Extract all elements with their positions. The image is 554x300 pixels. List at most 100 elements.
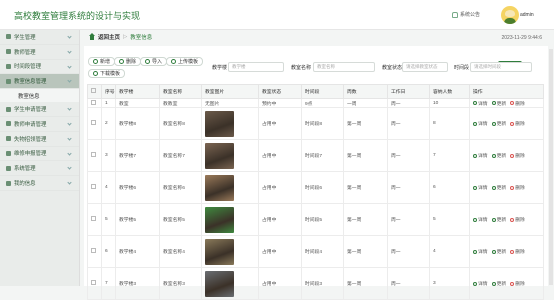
cell-no: 1: [101, 98, 116, 108]
main-panel: 新增 删除 导入 上传模板 下载模板 教学楼 教学楼 教室名称 教室名称 教室状…: [84, 46, 548, 300]
delete-row-button[interactable]: 删除: [510, 120, 525, 127]
add-button[interactable]: 新增: [88, 57, 116, 66]
cell-capacity: 5: [429, 203, 470, 236]
sidebar-item-0[interactable]: 学生管理: [0, 30, 79, 45]
announcement-link[interactable]: 系统公告: [452, 11, 480, 18]
delete-row-button[interactable]: 删除: [510, 152, 525, 159]
detail-icon: [473, 249, 477, 254]
sidebar-item-2[interactable]: 时间段管理: [0, 60, 79, 75]
sidebar-item-6[interactable]: 失物招领管理: [0, 132, 79, 147]
edit-label: 更新: [496, 101, 507, 107]
classroom-thumbnail[interactable]: [205, 270, 234, 297]
row-checkbox[interactable]: [91, 184, 96, 189]
sidebar-item-5[interactable]: 教师申请管理: [0, 117, 79, 132]
avatar[interactable]: [501, 6, 519, 24]
upload-template-button[interactable]: 上传模板: [166, 57, 204, 66]
sidebar-item-label: 系统管理: [14, 166, 36, 173]
top-bar: 高校教室管理系统的设计与实现 系统公告 admin: [0, 0, 554, 30]
row-actions: 详情 更新 删除: [473, 120, 543, 127]
download-template-button[interactable]: 下载模板: [88, 69, 126, 78]
building-input[interactable]: 教学楼: [228, 62, 284, 72]
sidebar-item-9[interactable]: 我的信息: [0, 176, 79, 191]
menu-icon: [6, 78, 11, 84]
classroom-thumbnail[interactable]: [205, 206, 234, 233]
sidebar-item-3[interactable]: 教室信息管理: [0, 74, 79, 90]
breadcrumb-home[interactable]: 返回主页: [98, 33, 120, 41]
row-checkbox[interactable]: [91, 152, 96, 157]
classroom-thumbnail[interactable]: [205, 238, 234, 265]
edit-button[interactable]: 更新: [491, 248, 507, 255]
scrollbar[interactable]: [549, 49, 553, 285]
column-header: 时间段: [301, 84, 344, 99]
edit-button[interactable]: 更新: [491, 216, 506, 223]
edit-button[interactable]: 更新: [491, 100, 507, 107]
sidebar-item-8[interactable]: 系统管理: [0, 161, 79, 177]
edit-button[interactable]: 更新: [491, 120, 507, 127]
upload-template-label: 上传模板: [178, 59, 199, 65]
row-checkbox[interactable]: [91, 99, 96, 105]
sidebar-item-7[interactable]: 维修申报管理: [0, 147, 79, 162]
column-header: 教室图片: [201, 84, 259, 99]
cell-image: [201, 139, 259, 172]
cell-capacity: 8: [429, 107, 470, 140]
room-input[interactable]: 教室名称: [313, 62, 375, 72]
checkbox-cell: [87, 139, 102, 172]
announcement-label: 系统公告: [460, 12, 481, 18]
detail-button[interactable]: 详情: [473, 120, 488, 127]
edit-label: 更新: [496, 250, 507, 255]
row-checkbox[interactable]: [91, 216, 96, 221]
select-all-checkbox[interactable]: [91, 88, 96, 93]
cell-image: 无图片: [201, 98, 259, 108]
detail-button[interactable]: 详情: [473, 152, 488, 159]
detail-button[interactable]: 详情: [473, 100, 488, 107]
delete-row-button[interactable]: 删除: [510, 216, 525, 223]
chevron-down-icon: [67, 165, 72, 170]
delete-row-button[interactable]: 删除: [510, 248, 525, 255]
sidebar-item-4[interactable]: 学生申请管理: [0, 102, 79, 117]
cell-weekday: 周一: [387, 267, 430, 300]
delete-label: 删除: [515, 250, 525, 255]
column-header: 教室名称: [159, 84, 202, 99]
delete-button[interactable]: 删除: [114, 57, 142, 66]
edit-button[interactable]: 更新: [491, 184, 506, 191]
edit-button[interactable]: 更新: [491, 152, 506, 159]
cell-capacity: 7: [429, 139, 470, 172]
actions-cell: 详情 更新 删除: [469, 107, 544, 140]
cell-week: 第一周: [343, 139, 388, 172]
cell-timeslot: 时间段7: [301, 139, 344, 172]
cell-image: [201, 171, 259, 204]
detail-label: 详情: [478, 101, 488, 107]
classroom-thumbnail[interactable]: [205, 142, 234, 169]
classroom-thumbnail[interactable]: [205, 174, 234, 201]
row-checkbox[interactable]: [91, 248, 96, 253]
sidebar-item-label: 时间段管理: [14, 64, 41, 71]
delete-row-button[interactable]: 删除: [510, 100, 525, 107]
cell-timeslot: 时间段3: [301, 267, 344, 300]
sidebar-subitem-classroom-info[interactable]: 教室信息: [0, 89, 79, 103]
delete-icon: [510, 121, 515, 126]
username[interactable]: admin: [520, 12, 534, 18]
cell-status: 占用中: [258, 139, 302, 172]
delete-label: 删除: [515, 101, 525, 107]
cell-status: 占用中: [258, 107, 302, 140]
edit-label: 更新: [496, 122, 507, 127]
delete-row-button[interactable]: 删除: [510, 184, 525, 191]
cell-week: 第一周: [343, 235, 388, 268]
timeslot-select[interactable]: 请选择时间段: [470, 62, 532, 72]
detail-button[interactable]: 详情: [473, 248, 488, 255]
detail-label: 详情: [478, 186, 488, 191]
cell-image: [201, 267, 259, 300]
menu-icon: [6, 180, 11, 186]
sidebar-item-1[interactable]: 教师管理: [0, 45, 79, 60]
detail-button[interactable]: 详情: [473, 216, 488, 223]
row-checkbox[interactable]: [91, 120, 96, 125]
classroom-thumbnail[interactable]: [205, 110, 234, 137]
status-select[interactable]: 请选择教室状态: [402, 62, 448, 72]
cell-weekday: 周一: [387, 171, 430, 204]
import-button[interactable]: 导入: [140, 57, 168, 66]
table-row: 3 教学楼7 教室名称7 占用中 时间段7 第一周 周一 7 详情 更新 删除: [87, 139, 544, 172]
column-header: 教学楼: [115, 84, 160, 99]
row-checkbox[interactable]: [91, 280, 96, 285]
column-header: 序号: [101, 84, 116, 99]
detail-button[interactable]: 详情: [473, 184, 488, 191]
